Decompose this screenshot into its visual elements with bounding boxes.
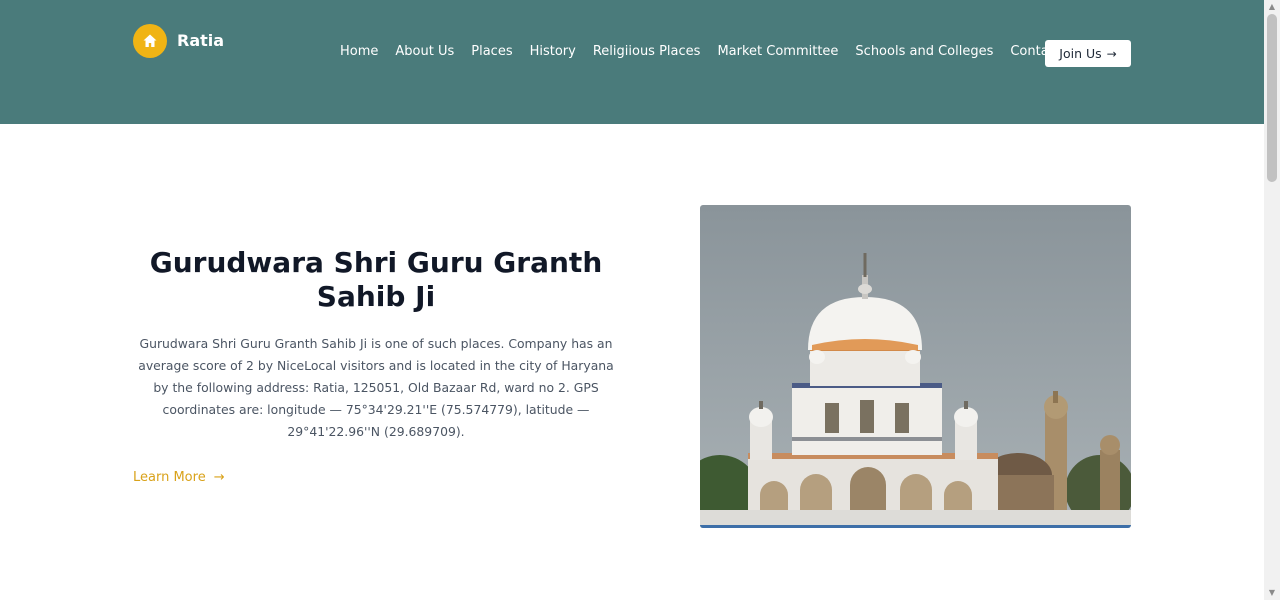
site-header: Ratia Home About Us Places History Relig… — [0, 0, 1264, 124]
nav-item-history[interactable]: History — [530, 44, 576, 59]
nav-item-places[interactable]: Places — [471, 44, 512, 59]
nav-item-religious-places[interactable]: Religiious Places — [593, 44, 701, 59]
nav-item-about-us[interactable]: About Us — [395, 44, 454, 59]
scroll-up-icon[interactable]: ▲ — [1267, 2, 1277, 12]
nav-item-home[interactable]: Home — [340, 44, 378, 59]
home-icon — [133, 24, 167, 58]
nav-item-market-committee[interactable]: Market Committee — [717, 44, 838, 59]
page-scrollbar[interactable]: ▲ ▼ — [1264, 0, 1280, 600]
main-nav: Home About Us Places History Religiious … — [340, 44, 1081, 59]
scrollbar-thumb[interactable] — [1267, 14, 1277, 182]
page-title: Gurudwara Shri Guru Granth Sahib Ji — [149, 246, 603, 313]
brand-name: Ratia — [177, 30, 225, 50]
nav-item-schools-colleges[interactable]: Schools and Colleges — [855, 44, 993, 59]
brand-logo[interactable]: Ratia — [133, 24, 224, 58]
scroll-down-icon[interactable]: ▼ — [1267, 588, 1277, 598]
gurudwara-photo — [700, 205, 1131, 528]
learn-more-link[interactable]: Learn More → — [133, 470, 225, 485]
learn-more-label: Learn More — [133, 470, 206, 485]
join-us-label: Join Us — [1059, 46, 1102, 61]
place-description: Gurudwara Shri Guru Granth Sahib Ji is o… — [138, 336, 614, 439]
join-us-button[interactable]: Join Us → — [1045, 40, 1131, 67]
arrow-right-icon: → — [1106, 46, 1117, 61]
arrow-right-icon: → — [213, 470, 225, 485]
